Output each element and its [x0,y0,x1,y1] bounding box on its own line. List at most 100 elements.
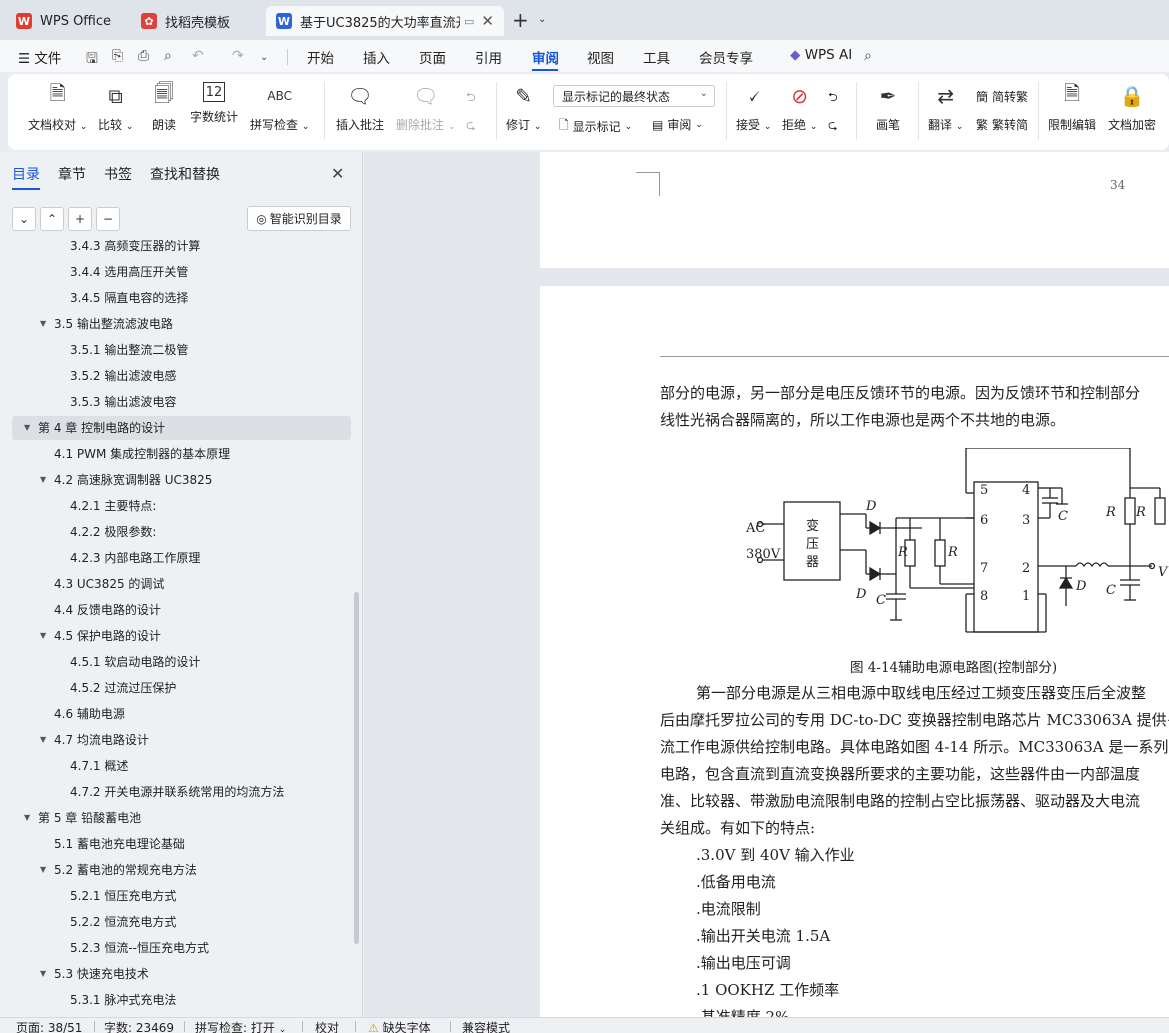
new-tab-icon[interactable]: + [512,8,529,32]
review-pane-button[interactable]: ▤ 审阅 ⌄ [652,116,703,133]
revise-button[interactable]: ✎ 修订 ⌄ [506,82,541,133]
expand-triangle-icon[interactable]: ▼ [40,858,46,882]
toc-item[interactable]: 3.4.5 隔直电容的选择 [12,286,351,310]
accept-button[interactable]: 🗸 接受 ⌄ [736,82,771,133]
to-traditional-button[interactable]: 簡简转繁 [976,88,1028,105]
toc-item[interactable]: 3.5.1 输出整流二极管 [12,338,351,362]
expand-triangle-icon[interactable]: ▼ [40,312,46,336]
to-simplified-button[interactable]: 繁繁转简 [976,116,1028,133]
word-count-button[interactable]: 12 字数统计 [190,82,238,125]
tab-find-replace[interactable]: 查找和替换 [150,164,220,184]
expand-down-icon[interactable]: ⌄ [12,207,36,231]
toc-item[interactable]: 3.4.3 高频变压器的计算 [12,240,351,258]
expand-triangle-icon[interactable]: ▼ [40,962,46,986]
delete-comment-button[interactable]: 🗨 删除批注 ⌄ [396,82,455,133]
chevron-down-icon[interactable]: ⌄ [538,14,546,25]
toc-item[interactable]: 4.2.3 内部电路工作原理 [12,546,351,570]
toc-item[interactable]: ▼ 4.2 高速脉宽调制器 UC3825 [12,468,351,492]
translate-button[interactable]: ⇄ 翻译 ⌄ [928,82,963,133]
toc-item[interactable]: 4.6 辅助电源 [12,702,351,726]
toc-item[interactable]: ▼ 3.5 输出整流滤波电路 [12,312,351,336]
toc-item[interactable]: 3.5.3 输出滤波电容 [12,390,351,414]
compare-button[interactable]: ⧉ 比较 ⌄ [98,82,133,133]
toc-item[interactable]: 4.5.2 过流过压保护 [12,676,351,700]
expand-triangle-icon[interactable]: ▼ [24,416,30,440]
toc-item[interactable]: 3.4.4 选用高压开关管 [12,260,351,284]
toc-item[interactable]: ▼ 5.2 蓄电池的常规充电方法 [12,858,351,882]
menu-tools[interactable]: 工具 [643,47,670,67]
menu-start[interactable]: 开始 [307,47,334,67]
menu-review[interactable]: 审阅 [532,47,559,67]
collapse-up-icon[interactable]: ⌃ [40,207,64,231]
wps-ai-button[interactable]: ◆ WPS AI [790,47,852,63]
toc-item[interactable]: 4.1 PWM 集成控制器的基本原理 [12,442,351,466]
undo-icon[interactable]: ↶ [192,48,204,64]
next-change-icon[interactable]: ⮎ [828,116,838,137]
add-heading-icon[interactable]: + [68,207,92,231]
toc-item[interactable]: 5.2.1 恒压充电方式 [12,884,351,908]
expand-triangle-icon[interactable]: ▼ [40,728,46,752]
proof-status[interactable]: 校对 [315,1019,339,1033]
file-menu[interactable]: ☰ 文件 [18,47,61,67]
share-icon[interactable]: ⎘ [112,48,123,64]
toc-item[interactable]: ▼ 5.3 快速充电技术 [12,962,351,986]
insert-comment-button[interactable]: 🗨 插入批注 [336,82,384,133]
toc-item[interactable]: 3.5.2 输出滤波电感 [12,364,351,388]
close-icon[interactable]: ✕ [331,164,344,183]
read-aloud-button[interactable]: 🗐 朗读 [150,81,178,133]
menu-page[interactable]: 页面 [419,47,446,67]
toc-item[interactable]: 4.7.1 概述 [12,754,351,778]
tab-docer-templates[interactable]: ✿ 找稻壳模板 [131,6,261,36]
expand-triangle-icon[interactable]: ▼ [40,468,46,492]
missing-font-status[interactable]: ⚠ 缺失字体 [368,1019,431,1033]
menu-view[interactable]: 视图 [587,47,614,67]
toc-item[interactable]: 4.4 反馈电路的设计 [12,598,351,622]
restrict-edit-button[interactable]: 🗎 限制编辑 [1048,81,1096,133]
toc-item[interactable]: ▼ 4.7 均流电路设计 [12,728,351,752]
tab-toc[interactable]: 目录 [12,164,40,184]
tab-bookmarks[interactable]: 书签 [104,164,132,184]
pen-button[interactable]: ✒ 画笔 [874,82,902,133]
close-tab-icon[interactable]: ✕ [477,12,494,30]
tab-current-document[interactable]: W 基于UC3825的大功率直流开关电源设计 ▭ ✕ [266,6,504,36]
print-preview-icon[interactable]: ⌕ [164,48,172,64]
document-canvas[interactable]: 34 部分的电源，另一部分是电压反馈环节的电源。因为反馈环节和控制部分 线性光祸… [364,152,1169,1017]
toc-item[interactable]: 5.3.1 脉冲式充电法 [12,988,351,1012]
toc-item[interactable]: 5.2.2 恒流充电方式 [12,910,351,934]
menu-member[interactable]: 会员专享 [699,47,753,67]
prev-comment-icon[interactable]: ⮌ [466,88,476,109]
toc-item[interactable]: 4.7.2 开关电源并联系统常用的均流方法 [12,780,351,804]
encrypt-button[interactable]: 🔒 文档加密 [1108,82,1156,133]
toc-item[interactable]: ▼ 4.5 保护电路的设计 [12,624,351,648]
menu-reference[interactable]: 引用 [475,47,502,67]
show-markup-button[interactable]: 🗋 显示标记 ⌄ [559,116,632,137]
doc-check-button[interactable]: 🗎 文档校对 ⌄ [28,81,87,133]
next-comment-icon[interactable]: ⮎ [466,116,476,137]
toc-item[interactable]: 4.2.1 主要特点: [12,494,351,518]
save-icon[interactable]: 🖫 [86,48,98,72]
expand-triangle-icon[interactable]: ▼ [40,624,46,648]
spell-check-button[interactable]: ABC 拼写检查 ⌄ [250,82,309,133]
smart-toc-button[interactable]: ◎ 智能识别目录 [247,206,351,231]
prev-change-icon[interactable]: ⮌ [828,88,838,109]
redo-icon[interactable]: ↷ [232,48,244,64]
toc-item[interactable]: 4.3 UC3825 的调试 [12,572,351,596]
menu-insert[interactable]: 插入 [363,47,390,67]
scrollbar-thumb[interactable] [354,592,359,944]
toc-item[interactable]: ▼ 第 5 章 铅酸蓄电池 [12,806,351,830]
markup-state-dropdown[interactable]: 显示标记的最终状态 ⌄ [553,85,715,107]
remove-heading-icon[interactable]: − [96,207,120,231]
spell-check-status[interactable]: 拼写检查: 打开 ⌄ [195,1019,286,1033]
toc-item[interactable]: 4.2.2 极限参数: [12,520,351,544]
tab-wps-office[interactable]: W WPS Office [6,6,124,36]
word-count-indicator[interactable]: 字数: 23469 [104,1019,174,1033]
page-indicator[interactable]: 页面: 38/51 [16,1019,82,1033]
search-icon[interactable]: ⌕ [864,48,872,64]
toc-item[interactable]: 5.1 蓄电池充电理论基础 [12,832,351,856]
monitor-icon[interactable]: ▭ [464,15,474,28]
expand-triangle-icon[interactable]: ▼ [24,806,30,830]
toc-item[interactable]: ▼ 第 4 章 控制电路的设计 [12,416,351,440]
toc-item[interactable]: 4.5.1 软启动电路的设计 [12,650,351,674]
quick-access-chevron-icon[interactable]: ⌄ [260,52,268,63]
print-icon[interactable]: ⎙ [138,48,149,64]
